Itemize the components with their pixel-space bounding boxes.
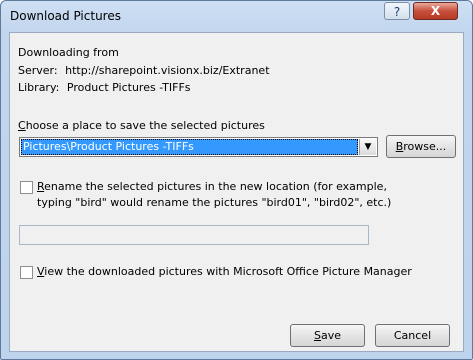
library-row: Library: Product Pictures -TIFFs [18,81,191,94]
dropdown-arrow-icon[interactable]: ▼ [359,139,376,155]
help-button[interactable]: ? [384,2,410,20]
server-row: Server: http://sharepoint.visionx.biz/Ex… [18,64,270,77]
server-label: Server: [18,64,58,77]
server-url: http://sharepoint.visionx.biz/Extranet [65,64,270,77]
rename-checkbox[interactable] [20,181,33,194]
download-pictures-dialog: Download Pictures ? X Downloading from S… [0,0,473,360]
save-label: ave [320,329,341,342]
save-accel: S [313,329,321,342]
browse-button[interactable]: Browse... [386,135,456,158]
save-location-label-text: hoose a place to save the selected pictu… [25,119,265,132]
view-label-text: iew the downloaded pictures with Microso… [44,265,412,278]
view-in-picture-manager-checkbox[interactable] [20,266,33,279]
dialog-body: Downloading from Server: http://sharepoi… [9,32,464,352]
rename-label-line1[interactable]: Rename the selected pictures in the new … [37,180,387,193]
title-bar[interactable]: Download Pictures ? X [1,1,472,33]
library-label: Library: [18,81,60,94]
rename-label-line2: typing "bird" would rename the pictures … [37,196,392,209]
downloading-from-heading: Downloading from [18,46,119,59]
rename-label-text: ename the selected pictures in the new l… [44,180,387,193]
save-location-accel: C [18,119,26,132]
cancel-button[interactable]: Cancel [375,324,450,347]
library-name: Product Pictures -TIFFs [66,81,191,94]
save-button[interactable]: Save [290,324,365,347]
save-location-dropdown[interactable]: Pictures\Product Pictures -TIFFs ▼ [19,137,378,157]
close-icon: X [430,4,441,18]
cancel-label: Cancel [393,329,432,342]
save-location-selected: Pictures\Product Pictures -TIFFs [21,139,358,155]
save-location-label: Choose a place to save the selected pict… [18,119,265,132]
view-in-picture-manager-label[interactable]: View the downloaded pictures with Micros… [37,265,412,278]
dialog-title: Download Pictures [10,9,121,23]
help-icon: ? [393,5,401,19]
rename-input[interactable] [19,225,369,245]
browse-label: rowse... [403,140,447,153]
close-button[interactable]: X [413,2,458,20]
